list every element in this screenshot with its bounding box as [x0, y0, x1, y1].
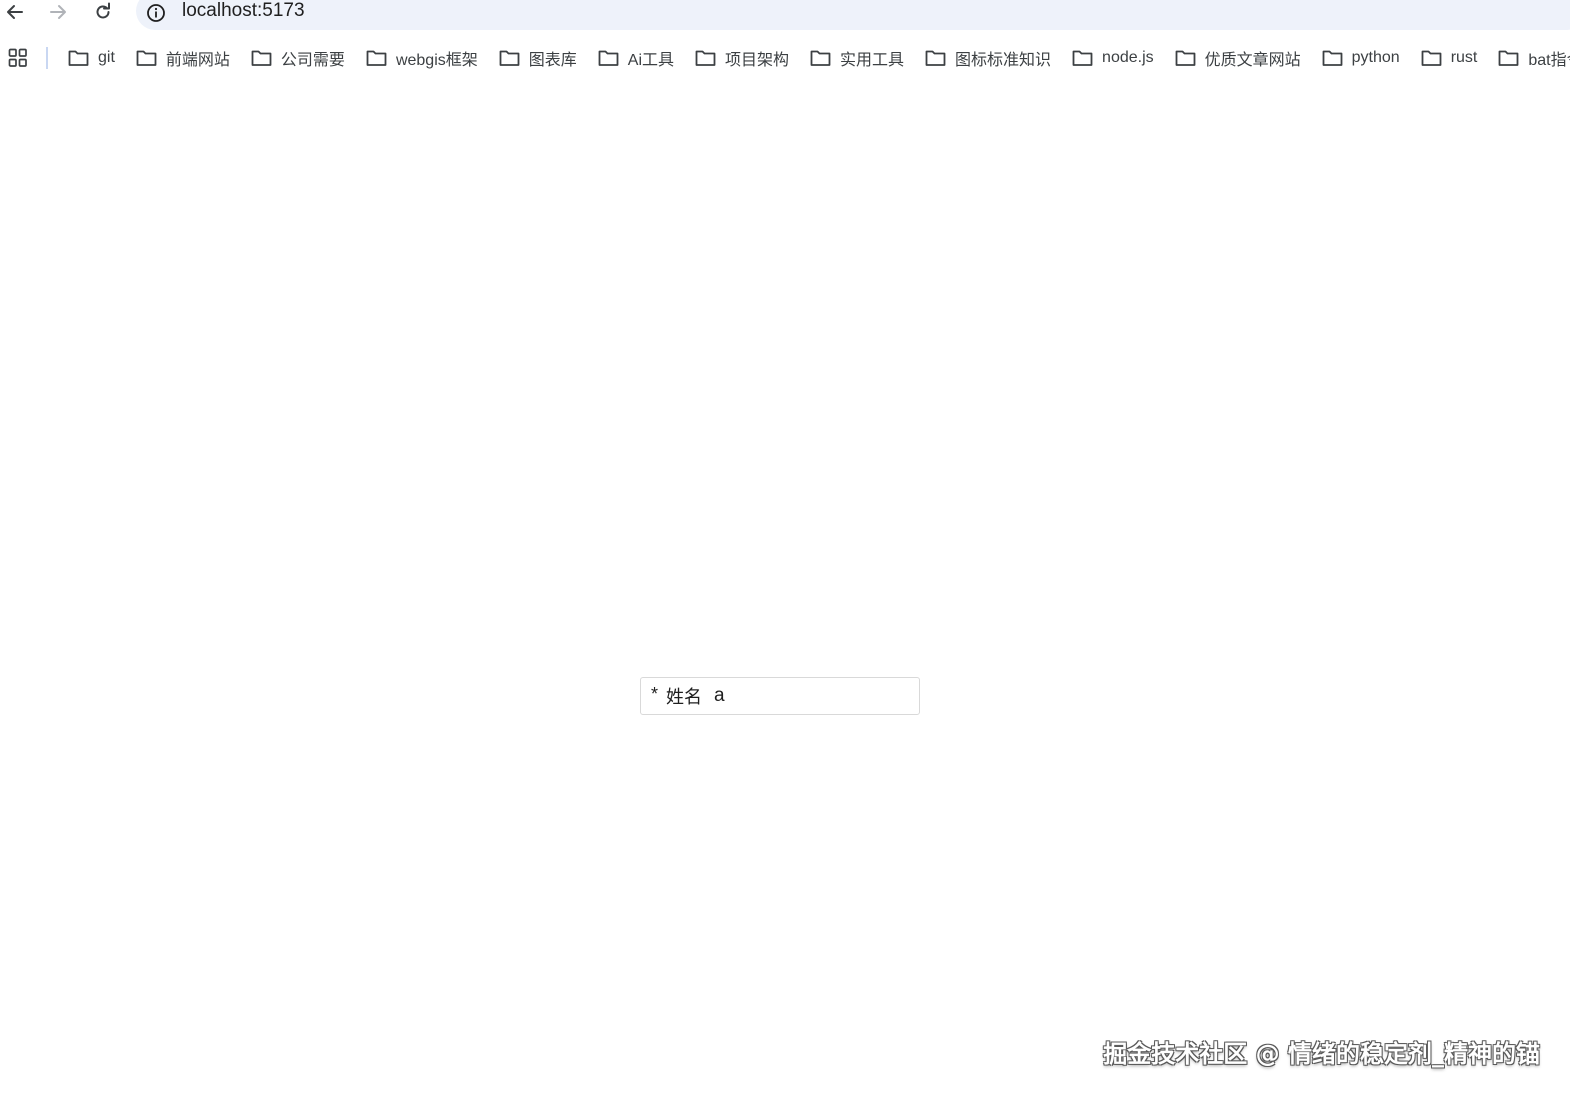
watermark: 掘金技术社区 @ 情绪的稳定剂_精神的锚: [1103, 1040, 1540, 1068]
bookmark-label: 项目架构: [725, 52, 790, 69]
folder-icon: [1072, 50, 1093, 66]
browser-toolbar: localhost:5173: [0, 0, 1570, 30]
reload-button[interactable]: [90, 0, 116, 25]
bookmark-label: rust: [1450, 49, 1478, 66]
name-input[interactable]: [714, 685, 875, 707]
bookmark-folder[interactable]: node.js: [1062, 43, 1165, 73]
folder-icon: [810, 50, 831, 66]
bookmark-folder[interactable]: git: [58, 43, 126, 73]
folder-icon: [136, 50, 157, 66]
required-mark: *: [651, 683, 659, 704]
bookmark-label: 前端网站: [165, 52, 230, 69]
name-label: 姓名: [666, 687, 703, 708]
bookmark-folder[interactable]: bat指令: [1488, 43, 1570, 73]
bookmark-folder[interactable]: 图表库: [489, 43, 588, 73]
back-button[interactable]: [2, 0, 28, 25]
bookmark-label: webgis框架: [395, 52, 478, 69]
bookmarks-divider: [46, 47, 48, 69]
bookmark-folder[interactable]: 优质文章网站: [1165, 43, 1312, 73]
bookmark-label: 图标标准知识: [955, 52, 1052, 69]
folder-icon: [366, 50, 387, 66]
bookmark-label: 公司需要: [280, 52, 345, 69]
bookmark-list: git 前端网站 公司需要 webgis框架 图表库 Ai工具 项目架构 实用工具 图标标准知识…: [58, 40, 1570, 76]
bookmark-label: 优质文章网站: [1204, 52, 1301, 69]
bookmark-folder[interactable]: 公司需要: [241, 43, 356, 73]
folder-icon: [1175, 50, 1196, 66]
forward-button[interactable]: [45, 0, 71, 25]
bookmark-label: git: [98, 49, 115, 66]
info-icon: [147, 4, 165, 22]
bookmark-folder[interactable]: rust: [1411, 43, 1489, 73]
name-form-item: * 姓名: [640, 677, 920, 715]
arrow-right-icon: [50, 5, 66, 19]
address-bar[interactable]: localhost:5173: [136, 0, 1570, 30]
folder-icon: [598, 50, 619, 66]
url-text[interactable]: localhost:5173: [182, 0, 305, 22]
page-content: * 姓名 掘金技术社区 @ 情绪的稳定剂_精神的锚: [0, 86, 1570, 1095]
bookmark-folder[interactable]: 图标标准知识: [915, 43, 1062, 73]
folder-icon: [1498, 50, 1519, 66]
folder-icon: [695, 50, 716, 66]
bookmark-folder[interactable]: 项目架构: [685, 43, 800, 73]
bookmark-folder[interactable]: webgis框架: [356, 43, 489, 73]
bookmark-label: python: [1351, 49, 1400, 66]
site-info-button[interactable]: [145, 2, 167, 24]
reload-icon: [96, 2, 110, 19]
folder-icon: [68, 50, 89, 66]
bookmark-folder[interactable]: Ai工具: [588, 43, 685, 73]
apps-grid-icon[interactable]: [8, 48, 28, 68]
bookmark-folder[interactable]: python: [1312, 43, 1411, 73]
bookmark-label: 图表库: [528, 52, 577, 69]
bookmark-label: node.js: [1102, 49, 1154, 66]
bookmark-folder[interactable]: 前端网站: [126, 43, 241, 73]
arrow-left-icon: [7, 5, 23, 19]
bookmark-label: Ai工具: [627, 52, 674, 69]
bookmark-folder[interactable]: 实用工具: [800, 43, 915, 73]
bookmarks-bar: git 前端网站 公司需要 webgis框架 图表库 Ai工具 项目架构 实用工具 图标标准知识…: [0, 40, 1570, 76]
folder-icon: [925, 50, 946, 66]
folder-icon: [1421, 50, 1442, 66]
bookmark-label: 实用工具: [840, 52, 905, 69]
folder-icon: [1322, 50, 1343, 66]
bookmark-label: bat指令: [1528, 52, 1570, 69]
folder-icon: [499, 50, 520, 66]
folder-icon: [251, 50, 272, 66]
